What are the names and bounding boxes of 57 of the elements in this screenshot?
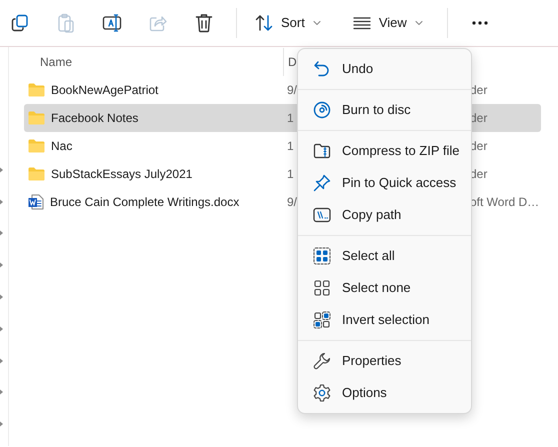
date-text: 1 (286, 166, 294, 183)
file-name[interactable]: BookNewAgePatriot (51, 81, 158, 99)
trash-icon (195, 13, 213, 33)
toolbar-menu-button[interactable]: View (346, 5, 429, 41)
path-icon (313, 207, 331, 223)
date-text: 1 (286, 138, 294, 155)
copy-icon (11, 14, 29, 32)
menu-item[interactable]: Options (302, 377, 467, 409)
lines-icon (352, 16, 371, 30)
menu-item[interactable]: Burn to disc (302, 94, 467, 126)
sort-icon (255, 14, 273, 32)
menu-item[interactable]: Compress to ZIP file (302, 135, 467, 167)
select-all-icon (313, 247, 331, 265)
chevron-icon (0, 166, 4, 173)
paste-icon (57, 13, 75, 33)
folder-icon (28, 111, 45, 125)
menu-item[interactable]: Select all (302, 240, 467, 272)
chevron-icon (0, 389, 4, 396)
date-text: 9/ (286, 194, 298, 211)
caret-icon (312, 20, 321, 26)
chevron-icon (0, 262, 4, 268)
toolbar-menu-button[interactable]: Sort (249, 5, 327, 41)
folder-icon (28, 83, 45, 97)
menu-item[interactable]: Undo (302, 53, 467, 85)
chevron-icon (0, 358, 4, 364)
menu-item[interactable]: Properties (302, 345, 467, 377)
column-header[interactable]: Name (40, 52, 283, 70)
settings-icon (313, 384, 331, 402)
date-text: 1 (286, 110, 294, 127)
folder-zip-icon (313, 142, 331, 160)
chevron-icon (0, 294, 4, 300)
caret-icon (414, 20, 423, 26)
rename-icon (102, 14, 122, 32)
file-name[interactable]: Nac (51, 137, 72, 155)
menu-item[interactable]: Invert selection (302, 304, 467, 336)
chevron-icon (0, 198, 4, 205)
undo-icon (313, 60, 331, 78)
chevron-icon (0, 326, 4, 332)
menu-item[interactable]: Pin to Quick access (302, 167, 467, 199)
date-text: 9/ (286, 82, 298, 99)
folder-icon (28, 139, 45, 153)
share-icon (149, 14, 167, 32)
wrench-icon (313, 352, 331, 370)
ellipsis-icon (472, 21, 488, 25)
document-icon (28, 194, 44, 210)
pin-icon (313, 174, 331, 192)
chevron-icon (0, 421, 4, 428)
invert-selection-icon (313, 311, 331, 329)
grid-icon (313, 279, 331, 297)
menu-item[interactable]: Copy path (302, 199, 467, 231)
menu-item[interactable]: Select none (302, 272, 467, 304)
file-name[interactable]: SubStackEssays July2021 (51, 165, 192, 183)
file-name[interactable]: Bruce Cain Complete Writings.docx (50, 193, 240, 211)
file-name[interactable]: Facebook Notes (51, 109, 138, 127)
folder-icon (28, 167, 45, 181)
chevron-icon (0, 230, 4, 236)
disc-icon (313, 101, 331, 119)
